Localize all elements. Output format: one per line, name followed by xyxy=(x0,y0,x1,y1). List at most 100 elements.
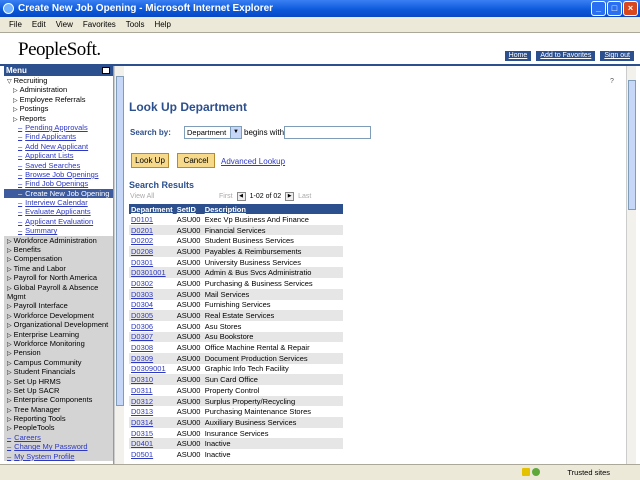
sidebar-item-31[interactable]: ▷ Student Financials xyxy=(4,367,113,377)
sidebar-item-11[interactable]: – Find Job Openings xyxy=(4,179,113,188)
cell-department[interactable]: D0201 xyxy=(129,224,175,236)
sidebar-item-32[interactable]: ▷ Set Up HRMS xyxy=(4,376,113,386)
table-row[interactable]: D0310 ASU00 Sun Card Office xyxy=(129,374,343,385)
cell-department[interactable]: D0310 xyxy=(129,374,175,385)
cell-department[interactable]: D0315 xyxy=(129,428,175,439)
col-setid[interactable]: SetID xyxy=(174,204,203,214)
sidebar-item-13[interactable]: – Interview Calendar xyxy=(4,198,113,207)
pager-last[interactable]: Last xyxy=(298,193,311,200)
cell-department[interactable]: D0311 xyxy=(129,385,175,396)
maximize-button[interactable]: □ xyxy=(607,1,622,16)
table-row[interactable]: D0301 ASU00 University Business Services xyxy=(129,257,343,268)
menu-help[interactable]: Help xyxy=(154,20,170,29)
search-input[interactable] xyxy=(284,126,371,139)
table-row[interactable]: D0311 ASU00 Property Control xyxy=(129,385,343,396)
cell-department[interactable]: D0501 xyxy=(129,449,175,460)
table-row[interactable]: D0315 ASU00 Insurance Services xyxy=(129,428,343,439)
sidebar-item-38[interactable]: – Careers xyxy=(4,432,113,443)
sidebar-item-2[interactable]: ▷ Employee Referrals xyxy=(4,95,113,104)
cell-department[interactable]: D0307 xyxy=(129,331,175,343)
sidebar-item-23[interactable]: Mgmt xyxy=(4,291,113,302)
sidebar-item-7[interactable]: – Add New Applicant xyxy=(4,142,113,151)
cancel-button[interactable]: Cancel xyxy=(177,153,215,168)
sidebar-item-36[interactable]: ▷ Reporting Tools xyxy=(4,414,113,424)
table-row[interactable]: D0303 ASU00 Mail Services xyxy=(129,288,343,300)
sidebar-item-14[interactable]: – Evaluate Applicants xyxy=(4,207,113,216)
menu-edit[interactable]: Edit xyxy=(32,20,46,29)
table-row[interactable]: D0208 ASU00 Payables & Reimbursements xyxy=(129,246,343,257)
cell-department[interactable]: D0401 xyxy=(129,438,175,450)
table-row[interactable]: D0308 ASU00 Office Machine Rental & Repair xyxy=(129,342,343,353)
menu-view[interactable]: View xyxy=(56,20,73,29)
prev-page-icon[interactable]: ◀ xyxy=(236,192,246,201)
pager-first[interactable]: First xyxy=(219,193,233,200)
chevron-down-icon[interactable]: ▼ xyxy=(230,127,241,138)
cell-department[interactable]: D0308 xyxy=(129,342,175,353)
sidebar-item-34[interactable]: ▷ Enterprise Components xyxy=(4,395,113,405)
table-row[interactable]: D0202 ASU00 Student Business Services xyxy=(129,235,343,246)
table-row[interactable]: D0314 ASU00 Auxiliary Business Services xyxy=(129,417,343,428)
table-row[interactable]: D0301001 ASU00 Admin & Bus Svcs Administra… xyxy=(129,267,343,279)
sidebar-item-3[interactable]: ▷ Postings xyxy=(4,104,113,113)
next-page-icon[interactable]: ▶ xyxy=(285,192,295,201)
cell-department[interactable]: D0309 xyxy=(129,352,175,364)
sidebar-item-30[interactable]: ▷ Campus Community xyxy=(4,357,113,368)
sidebar-item-16[interactable]: – Summary xyxy=(4,226,113,235)
table-row[interactable]: D0306 ASU00 Asu Stores xyxy=(129,321,343,332)
cell-department[interactable]: D0301 xyxy=(129,257,175,268)
sidebar-item-19[interactable]: ▷ Compensation xyxy=(4,254,113,264)
cell-department[interactable]: D0312 xyxy=(129,395,175,407)
sidebar-item-17[interactable]: ▷ Workforce Administration xyxy=(4,235,113,246)
cell-department[interactable]: D0305 xyxy=(129,310,175,321)
view-all-link[interactable]: View All xyxy=(130,193,154,200)
sidebar-item-18[interactable]: ▷ Benefits xyxy=(4,245,113,255)
table-row[interactable]: D0302 ASU00 Purchasing & Business Services xyxy=(129,278,343,289)
add-to-favorites-link[interactable]: Add to Favorites xyxy=(535,51,596,61)
sidebar-item-27[interactable]: ▷ Enterprise Learning xyxy=(4,329,113,339)
cell-department[interactable]: D0208 xyxy=(129,246,175,257)
table-row[interactable]: D0312 ASU00 Surplus Property/Recycling xyxy=(129,395,343,407)
collapse-menu-icon[interactable] xyxy=(102,67,110,74)
sidebar-item-15[interactable]: – Applicant Evaluation xyxy=(4,217,113,226)
sidebar-item-4[interactable]: ▷ Reports xyxy=(4,114,113,123)
sidebar-item-40[interactable]: – My System Profile xyxy=(4,451,113,462)
table-row[interactable]: D0309 ASU00 Document Production Services xyxy=(129,352,343,364)
sidebar-item-28[interactable]: ▷ Workforce Monitoring xyxy=(4,338,113,349)
sidebar-item-9[interactable]: – Saved Searches xyxy=(4,161,113,170)
sidebar-item-26[interactable]: ▷ Organizational Development xyxy=(4,320,113,330)
sidebar-item-37[interactable]: ▷ PeopleTools xyxy=(4,423,113,433)
sidebar-item-33[interactable]: ▷ Set Up SACR xyxy=(4,385,113,396)
main-scroll-thumb[interactable] xyxy=(628,80,636,210)
cell-department[interactable]: D0301001 xyxy=(129,267,175,279)
look-up-button[interactable]: Look Up xyxy=(131,153,169,168)
table-row[interactable]: D0501 ASU00 Inactive xyxy=(129,449,343,460)
cell-department[interactable]: D0313 xyxy=(129,406,175,417)
cell-department[interactable]: D0302 xyxy=(129,278,175,289)
sidebar-item-25[interactable]: ▷ Workforce Development xyxy=(4,310,113,321)
menu-tools[interactable]: Tools xyxy=(126,20,145,29)
sidebar-item-12[interactable]: – Create New Job Opening xyxy=(4,188,113,199)
sidebar-item-6[interactable]: – Find Applicants xyxy=(4,132,113,141)
table-row[interactable]: D0309001 ASU00 Graphic Info Tech Facility xyxy=(129,364,343,375)
sidebar-item-35[interactable]: ▷ Tree Manager xyxy=(4,404,113,415)
close-button[interactable]: × xyxy=(623,1,638,16)
col-department[interactable]: Department xyxy=(129,204,175,214)
table-row[interactable]: D0304 ASU00 Furnishing Services xyxy=(129,300,343,311)
table-row[interactable]: D0201 ASU00 Financial Services xyxy=(129,224,343,236)
sidebar-item-21[interactable]: ▷ Payroll for North America xyxy=(4,273,113,283)
cell-department[interactable]: D0202 xyxy=(129,235,175,246)
table-row[interactable]: D0401 ASU00 Inactive xyxy=(129,438,343,450)
home-link[interactable]: Home xyxy=(503,51,532,61)
sidebar-item-10[interactable]: – Browse Job Openings xyxy=(4,170,113,179)
menu-favorites[interactable]: Favorites xyxy=(83,20,116,29)
cell-department[interactable]: D0306 xyxy=(129,321,175,332)
sidebar-item-8[interactable]: – Applicant Lists xyxy=(4,151,113,160)
sidebar-item-24[interactable]: ▷ Payroll Interface xyxy=(4,301,113,311)
search-by-select[interactable]: Department ▼ xyxy=(184,126,242,139)
table-row[interactable]: D0307 ASU00 Asu Bookstore xyxy=(129,331,343,343)
main-scrollbar[interactable] xyxy=(626,66,636,464)
cell-department[interactable]: D0303 xyxy=(129,288,175,300)
sidebar-item-0[interactable]: ▽ Recruiting xyxy=(4,76,113,85)
sign-out-link[interactable]: Sign out xyxy=(599,51,634,61)
table-row[interactable]: D0305 ASU00 Real Estate Services xyxy=(129,310,343,321)
